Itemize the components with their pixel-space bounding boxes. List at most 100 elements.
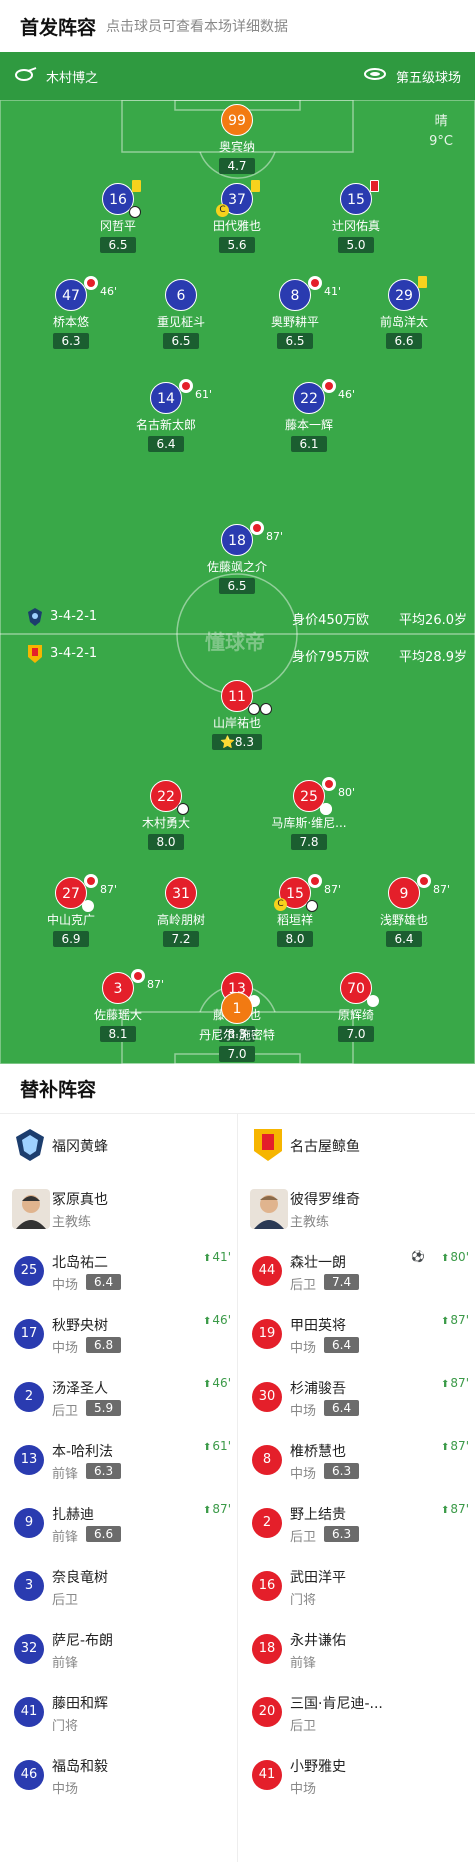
sub-row[interactable]: 2 野上结贵后卫 6.3 87' bbox=[238, 1492, 475, 1555]
player-home-18[interactable]: 18 87' 佐藤飒之介 6.5 bbox=[182, 521, 292, 594]
sub-row[interactable]: 41 藤田和辉 门将 bbox=[0, 1681, 237, 1744]
referee-name: 木村博之 bbox=[46, 71, 99, 86]
player-number: 27 bbox=[62, 886, 80, 902]
sub-time: 87' bbox=[266, 530, 284, 543]
sub-number: 19 bbox=[252, 1319, 282, 1349]
yellow-card-icon bbox=[418, 276, 427, 288]
sub-row[interactable]: 44 森壮一朗后卫 7.4 ⚽ 80' bbox=[238, 1240, 475, 1303]
player-home-14[interactable]: 14 61' 名古新太郎 6.4 bbox=[111, 379, 221, 452]
player-name: 丹尼尔·施密特 bbox=[199, 1028, 275, 1042]
home-team-summary: 3-4-2-1 身价450万欧 平均26.0岁 bbox=[0, 605, 475, 629]
sub-name: 武田洋平 bbox=[290, 1570, 346, 1586]
home-subs-team: 福冈黄蜂 bbox=[0, 1114, 237, 1177]
substitution-out-icon bbox=[179, 379, 193, 393]
sub-number: 16 bbox=[252, 1571, 282, 1601]
sub-name: 杉浦骏吾 bbox=[290, 1381, 346, 1397]
substitution-out-icon bbox=[308, 276, 322, 290]
away-market-value: 身价795万欧 bbox=[292, 650, 369, 665]
assist-icon bbox=[82, 900, 94, 912]
assist-icon bbox=[367, 995, 379, 1007]
away-subs-column: 名古屋鲸鱼 彼得罗维奇 主教练 44 森壮一朗后卫 7.4 ⚽ 80' 19 甲田英将中场… bbox=[238, 1114, 475, 1807]
sub-number: 41 bbox=[14, 1697, 44, 1727]
sub-rating: 6.4 bbox=[86, 1274, 122, 1290]
lineup-title: 首发阵容 bbox=[20, 16, 97, 39]
sub-in-time: 46' bbox=[203, 1376, 231, 1390]
sub-name: 椎桥慧也 bbox=[290, 1444, 346, 1460]
player-away-70[interactable]: 70 原辉绮 7.0 bbox=[301, 972, 411, 1042]
sub-number: 17 bbox=[14, 1319, 44, 1349]
player-rating: 8.0 bbox=[148, 834, 184, 850]
goal-ball-icon bbox=[306, 900, 318, 912]
sub-name: 三国·肯尼迪-... bbox=[290, 1696, 383, 1712]
goal-ball-icon bbox=[248, 703, 260, 715]
player-home-6[interactable]: 6 重见柾斗 6.5 bbox=[126, 279, 236, 349]
sub-name: 北岛祐二 bbox=[52, 1255, 108, 1271]
sub-row[interactable]: 13 本-哈利法前锋 6.3 61' bbox=[0, 1429, 237, 1492]
sub-row[interactable]: 32 萨尼-布朗 前锋 bbox=[0, 1618, 237, 1681]
player-number: 31 bbox=[165, 877, 197, 909]
player-away-15[interactable]: 15 87' C 稻垣祥 8.0 bbox=[240, 874, 350, 947]
sub-name: 甲田英将 bbox=[290, 1318, 346, 1334]
player-number: 9 bbox=[399, 886, 409, 902]
sub-row[interactable]: 16 武田洋平门将 bbox=[238, 1555, 475, 1618]
player-number: 22 bbox=[157, 789, 175, 805]
away-coach-row[interactable]: 彼得罗维奇 主教练 bbox=[238, 1177, 475, 1240]
sub-row[interactable]: 9 扎赫迪前锋 6.6 87' bbox=[0, 1492, 237, 1555]
player-home-8[interactable]: 8 41' 奥野耕平 6.5 bbox=[240, 276, 350, 349]
sub-row[interactable]: 3 奈良竜树 后卫 bbox=[0, 1555, 237, 1618]
player-home-16[interactable]: 16 冈哲平 6.5 bbox=[63, 180, 173, 253]
player-number: 25 bbox=[300, 789, 318, 805]
sub-row[interactable]: 19 甲田英将中场 6.4 87' bbox=[238, 1303, 475, 1366]
player-number: 99 bbox=[221, 104, 253, 136]
player-away-31[interactable]: 31 高岭朋树 7.2 bbox=[126, 877, 236, 947]
player-home-22[interactable]: 22 46' 藤本一辉 6.1 bbox=[254, 379, 364, 452]
sub-row[interactable]: 20 三国·肯尼迪-... 后卫 bbox=[238, 1681, 475, 1744]
player-number: 8 bbox=[290, 288, 300, 304]
sub-row[interactable]: 25 北岛祐二中场 6.4 41' bbox=[0, 1240, 237, 1303]
sub-time: 87' bbox=[324, 883, 342, 896]
sub-position: 中场 bbox=[290, 1467, 317, 1482]
player-away-1-gk[interactable]: 1 丹尼尔·施密特 7.0 bbox=[182, 992, 292, 1062]
player-home-15[interactable]: 15 辻冈佑真 5.0 bbox=[301, 180, 411, 253]
sub-number: 44 bbox=[252, 1256, 282, 1286]
player-name: 辻冈佑真 bbox=[331, 219, 380, 233]
coach-name: 彼得罗维奇 bbox=[290, 1192, 360, 1208]
player-away-11[interactable]: 11 山岸祐也 ⭐8.3 bbox=[182, 680, 292, 750]
home-coach-row[interactable]: 冢原真也 主教练 bbox=[0, 1177, 237, 1240]
player-home-37[interactable]: 37 C 田代雅也 5.6 bbox=[182, 180, 292, 253]
sub-row[interactable]: 18 永井谦佑 前锋 bbox=[238, 1618, 475, 1681]
player-rating: 6.5 bbox=[163, 333, 199, 349]
player-away-9[interactable]: 9 87' 浅野雄也 6.4 bbox=[349, 874, 459, 947]
sub-name: 汤泽圣人 bbox=[52, 1381, 108, 1397]
sub-name: 森壮一朗 bbox=[290, 1255, 346, 1271]
sub-position: 门将 bbox=[290, 1593, 317, 1608]
home-average-age: 平均26.0岁 bbox=[399, 613, 467, 628]
sub-row[interactable]: 2 汤泽圣人后卫 5.9 46' bbox=[0, 1366, 237, 1429]
player-rating: 7.8 bbox=[291, 834, 327, 850]
player-home-99[interactable]: 99 奥宾纳 4.7 bbox=[182, 104, 292, 174]
sub-row[interactable]: 8 椎桥慧也中场 6.3 87' bbox=[238, 1429, 475, 1492]
away-average-age: 平均28.9岁 bbox=[399, 650, 467, 665]
player-away-25[interactable]: 25 80' 马库斯·维尼... 7.8 bbox=[254, 777, 364, 850]
sub-row[interactable]: 17 秋野央树中场 6.8 46' bbox=[0, 1303, 237, 1366]
player-home-29[interactable]: 29 前岛洋太 6.6 bbox=[349, 276, 459, 349]
fukuoka-badge-icon bbox=[16, 1129, 44, 1161]
sub-row[interactable]: 30 杉浦骏吾中场 6.4 87' bbox=[238, 1366, 475, 1429]
player-home-47[interactable]: 47 46' 桥本悠 6.3 bbox=[16, 276, 126, 349]
sub-row[interactable]: 41 小野雅史 中场 bbox=[238, 1744, 475, 1807]
sub-number: 2 bbox=[14, 1382, 44, 1412]
player-away-3[interactable]: 3 87' 佐藤瑶大 8.1 bbox=[63, 969, 173, 1042]
away-formation: 3-4-2-1 bbox=[50, 646, 98, 661]
sub-in-time: 41' bbox=[203, 1250, 231, 1264]
player-rating: 6.1 bbox=[291, 436, 327, 452]
away-team-summary: 3-4-2-1 身价795万欧 平均28.9岁 bbox=[0, 642, 475, 666]
sub-in-time: 87' bbox=[441, 1376, 469, 1390]
player-away-22[interactable]: 22 木村勇大 8.0 bbox=[111, 780, 221, 850]
coach-role: 主教练 bbox=[52, 1215, 92, 1230]
home-team-name: 福冈黄蜂 bbox=[52, 1139, 108, 1155]
player-away-27[interactable]: 27 87' 中山克广 6.9 bbox=[16, 874, 126, 947]
sub-name: 永井谦佑 bbox=[290, 1633, 346, 1649]
sub-row[interactable]: 46 福岛和毅 中场 bbox=[0, 1744, 237, 1807]
lineup-hint: 点击球员可查看本场详细数据 bbox=[106, 19, 289, 35]
sub-in-time: 87' bbox=[203, 1502, 231, 1516]
